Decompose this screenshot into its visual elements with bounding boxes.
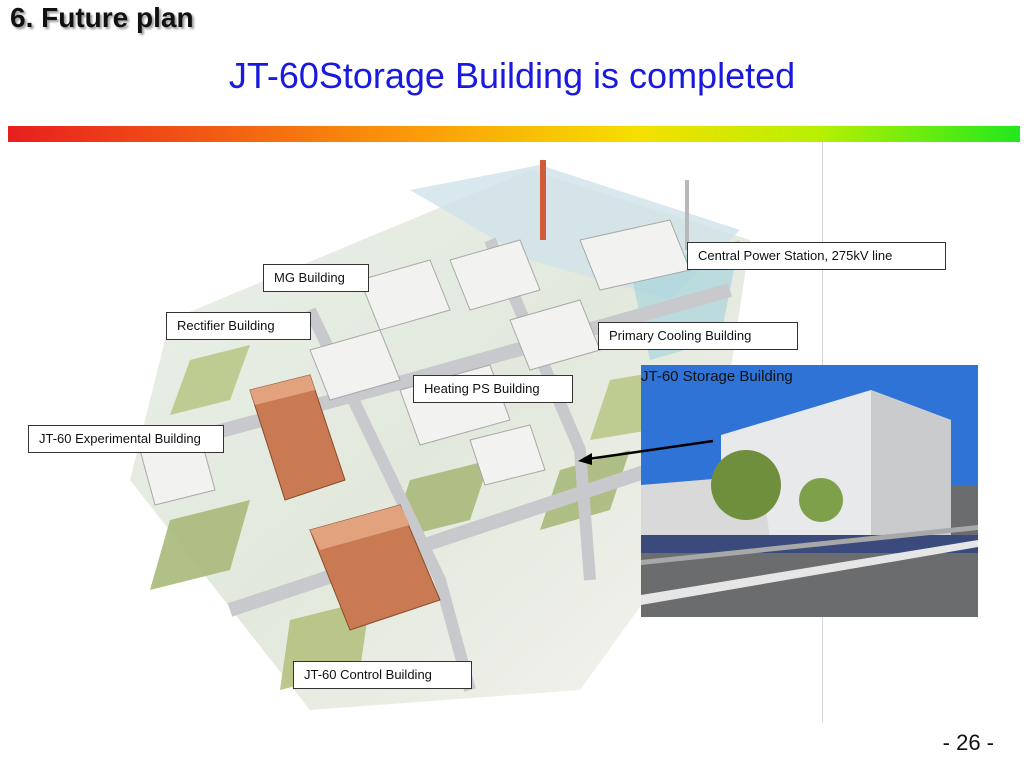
storage-building-photo bbox=[641, 365, 978, 617]
page-number: - 26 - bbox=[942, 730, 994, 755]
label-primary-cooling-building: Primary Cooling Building bbox=[598, 322, 798, 350]
photo-caption: JT-60 Storage Building bbox=[641, 368, 793, 385]
label-central-power-station: Central Power Station, 275kV line bbox=[687, 242, 946, 270]
label-experimental-building: JT-60 Experimental Building bbox=[28, 425, 224, 453]
rainbow-divider-bar bbox=[8, 126, 1020, 142]
label-heating-ps-building: Heating PS Building bbox=[413, 375, 573, 403]
location-arrow bbox=[578, 439, 714, 465]
slide-title: JT-60Storage Building is completed bbox=[228, 55, 796, 96]
label-control-building: JT-60 Control Building bbox=[293, 661, 472, 689]
section-title: 6. Future plan bbox=[10, 2, 194, 33]
label-rectifier-building: Rectifier Building bbox=[166, 312, 311, 340]
label-mg-building: MG Building bbox=[263, 264, 369, 292]
